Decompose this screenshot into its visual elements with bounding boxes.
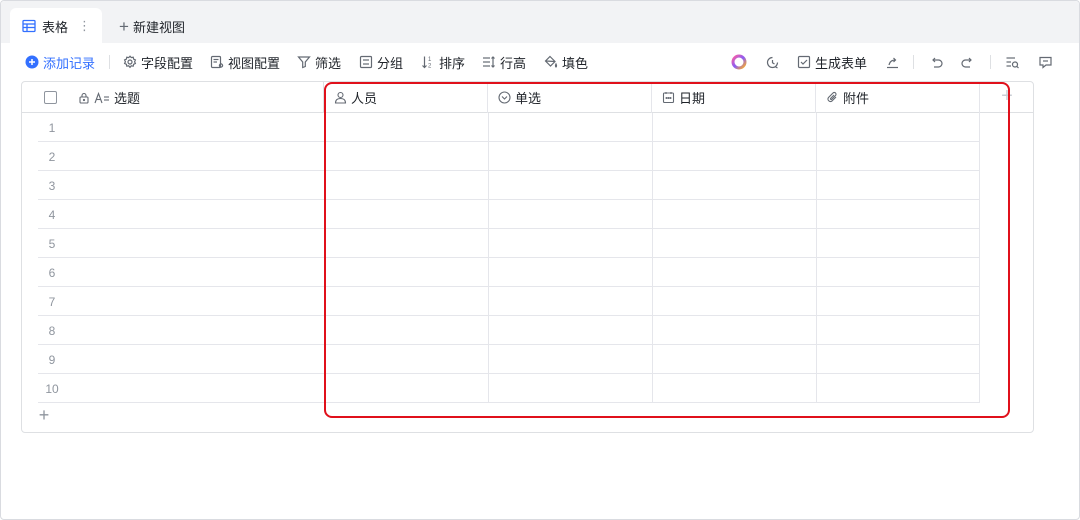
fill-color-button[interactable]: 填色 — [544, 51, 588, 73]
view-config-label: 视图配置 — [228, 55, 281, 71]
row-number: 10 — [45, 381, 59, 396]
generate-form-label: 生成表单 — [815, 55, 868, 71]
new-view-button[interactable]: + 新建视图 — [119, 15, 185, 37]
filter-button[interactable]: 筛选 — [297, 51, 341, 73]
column-header-title[interactable]: 选题 — [68, 82, 324, 113]
table-icon — [22, 19, 36, 33]
header-row: 选题 人员 单选 日期 附件 + — [22, 82, 1033, 113]
table-row[interactable]: 6 — [38, 258, 980, 287]
share-icon[interactable] — [883, 53, 901, 71]
field-config-label: 字段配置 — [141, 55, 194, 71]
row-number: 4 — [48, 207, 56, 222]
tab-label: 表格 — [42, 19, 69, 35]
row-height-icon — [483, 56, 495, 68]
text-type-icon — [94, 91, 109, 103]
search-list-icon[interactable] — [1003, 53, 1021, 71]
lock-icon — [79, 92, 89, 104]
column-header-single-select[interactable]: 单选 — [488, 82, 652, 113]
column-header-label: 日期 — [679, 91, 706, 106]
table-row[interactable]: 5 — [38, 229, 980, 258]
table-row[interactable]: 2 — [38, 142, 980, 171]
history-icon[interactable] — [763, 53, 781, 71]
table-row[interactable]: 8 — [38, 316, 980, 345]
sort-label: 排序 — [439, 55, 466, 71]
table-row[interactable]: 9 — [38, 345, 980, 374]
table-row[interactable]: 1 — [38, 113, 980, 142]
new-view-label: 新建视图 — [132, 19, 185, 35]
svg-text:1: 1 — [428, 57, 432, 63]
row-number: 2 — [48, 149, 56, 164]
row-number: 1 — [48, 120, 56, 135]
toolbar: 添加记录 字段配置 视图配置 筛选 分组 12 排序 行高 填色 生成表单 — [0, 48, 1080, 76]
row-number: 5 — [48, 236, 56, 251]
view-config-button[interactable]: 视图配置 — [210, 51, 280, 73]
filter-label: 筛选 — [315, 55, 342, 71]
row-number: 9 — [48, 352, 56, 367]
toolbar-divider — [109, 55, 110, 69]
data-grid: 选题 人员 单选 日期 附件 + 1 2 3 4 5 6 7 8 9 10 + — [21, 81, 1034, 433]
person-icon — [334, 91, 347, 104]
view-settings-icon — [210, 55, 224, 69]
calendar-icon — [662, 92, 675, 104]
column-header-person[interactable]: 人员 — [324, 82, 488, 113]
row-number: 8 — [48, 323, 56, 338]
table-row[interactable]: 3 — [38, 171, 980, 200]
more-vertical-icon[interactable]: ⋮ — [78, 18, 91, 34]
tab-bar: 表格 ⋮ + 新建视图 — [1, 1, 1079, 44]
column-header-attachment[interactable]: 附件 — [816, 82, 980, 113]
column-header-label: 单选 — [515, 91, 542, 106]
add-row-button[interactable]: + — [36, 406, 52, 424]
column-header-date[interactable]: 日期 — [652, 82, 816, 113]
fill-color-label: 填色 — [562, 55, 589, 71]
add-record-label: 添加记录 — [43, 55, 96, 71]
paperclip-icon — [827, 91, 837, 103]
generate-form-button[interactable]: 生成表单 — [797, 51, 867, 73]
row-number: 6 — [48, 265, 56, 280]
toolbar-divider — [990, 55, 991, 69]
filter-icon — [297, 56, 311, 69]
column-header-label: 人员 — [351, 91, 378, 106]
redo-icon[interactable] — [958, 53, 976, 71]
group-label: 分组 — [377, 55, 404, 71]
form-check-icon — [797, 55, 811, 69]
single-select-icon — [498, 91, 511, 104]
svg-text:2: 2 — [428, 64, 432, 70]
plus-icon: + — [119, 16, 129, 36]
select-all-checkbox[interactable] — [44, 91, 57, 104]
paint-bucket-icon — [544, 55, 558, 68]
row-height-label: 行高 — [500, 55, 527, 71]
group-icon — [359, 55, 373, 69]
add-record-button[interactable]: 添加记录 — [25, 51, 95, 73]
column-header-label: 附件 — [843, 91, 870, 106]
row-number: 3 — [48, 178, 56, 193]
field-config-button[interactable]: 字段配置 — [123, 51, 193, 73]
sort-button[interactable]: 12 排序 — [421, 51, 465, 73]
table-row[interactable]: 4 — [38, 200, 980, 229]
row-number: 7 — [48, 294, 56, 309]
table-row[interactable]: 10 — [38, 374, 980, 403]
gear-icon — [123, 55, 137, 69]
add-column-button[interactable]: + — [997, 86, 1017, 107]
group-button[interactable]: 分组 — [359, 51, 403, 73]
ai-assistant-icon[interactable] — [730, 53, 748, 71]
column-header-label: 选题 — [114, 91, 141, 106]
comment-icon[interactable] — [1036, 53, 1054, 71]
row-height-button[interactable]: 行高 — [482, 51, 526, 73]
sort-icon: 12 — [422, 56, 432, 70]
undo-icon[interactable] — [927, 53, 945, 71]
toolbar-divider — [913, 55, 914, 69]
tab-table[interactable]: 表格 ⋮ — [10, 8, 102, 44]
table-row[interactable]: 7 — [38, 287, 980, 316]
add-circle-icon — [25, 55, 39, 69]
